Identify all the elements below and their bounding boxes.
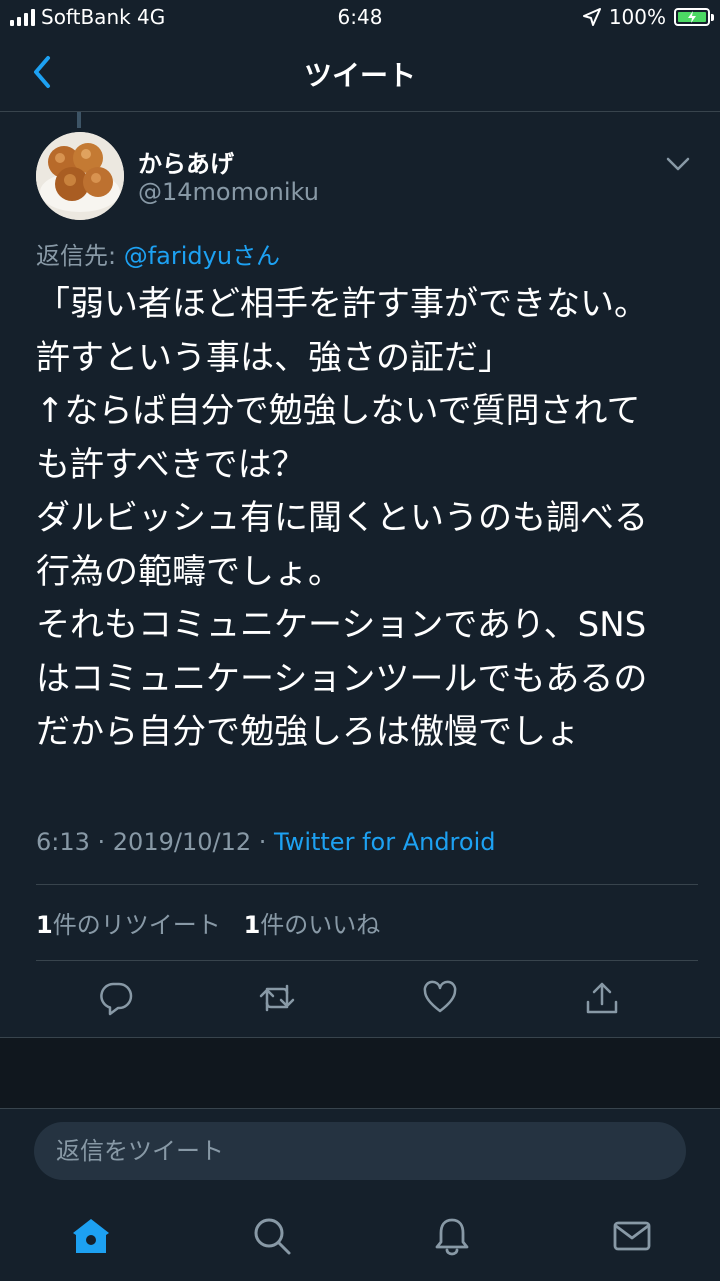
battery-icon [674, 8, 714, 26]
display-name[interactable]: からあげ [138, 144, 234, 179]
tweet-source-link[interactable]: Twitter for Android [274, 828, 495, 856]
chevron-down-icon[interactable] [664, 154, 692, 174]
status-bar: SoftBank 4G 6:48 100% [0, 0, 720, 36]
retweet-icon[interactable] [259, 980, 295, 1016]
location-arrow-icon [582, 8, 601, 26]
share-icon[interactable] [584, 980, 620, 1016]
user-handle[interactable]: @14momoniku [138, 178, 319, 206]
reply-to-prefix: 返信先: [36, 242, 124, 270]
status-right: 100% [582, 5, 714, 29]
thread-line [77, 112, 81, 128]
mail-icon[interactable] [612, 1216, 652, 1256]
divider [36, 960, 698, 961]
tweet-text: 「弱い者ほど相手を許す事ができない。 許すという事は、強さの証だ」 ↑ならば自分… [36, 284, 648, 752]
retweet-stat[interactable]: 1件のリツイート [36, 911, 221, 939]
reply-icon[interactable] [98, 980, 134, 1016]
tweet-stats: 1件のリツイート 1件のいいね [36, 905, 380, 940]
retweet-label: 件のリツイート [52, 911, 221, 939]
nav-header: ツイート [0, 36, 720, 112]
page-title: ツイート [303, 59, 416, 92]
reply-to: 返信先: @faridyuさん [36, 236, 280, 271]
home-icon[interactable] [71, 1216, 111, 1256]
heart-icon[interactable] [422, 980, 458, 1016]
divider [36, 884, 698, 885]
empty-space [0, 1038, 720, 1108]
like-count: 1 [243, 911, 261, 939]
reply-mention-suffix: さん [232, 242, 281, 270]
search-icon[interactable] [252, 1216, 292, 1256]
tweet-meta: 6:13 · 2019/10/12 · Twitter for Android [36, 828, 495, 856]
like-stat[interactable]: 1件のいいね [244, 911, 381, 939]
like-label: 件のいいね [260, 911, 381, 939]
avatar[interactable] [36, 132, 124, 220]
karaage-image [36, 132, 124, 220]
reply-input[interactable] [34, 1122, 686, 1180]
retweet-count: 1 [36, 911, 53, 939]
bell-icon[interactable] [432, 1216, 472, 1256]
tweet-timestamp: 6:13 · 2019/10/12 · [36, 828, 274, 856]
reply-mention-link[interactable]: @faridyu [124, 242, 232, 270]
battery-percent: 100% [608, 5, 666, 29]
